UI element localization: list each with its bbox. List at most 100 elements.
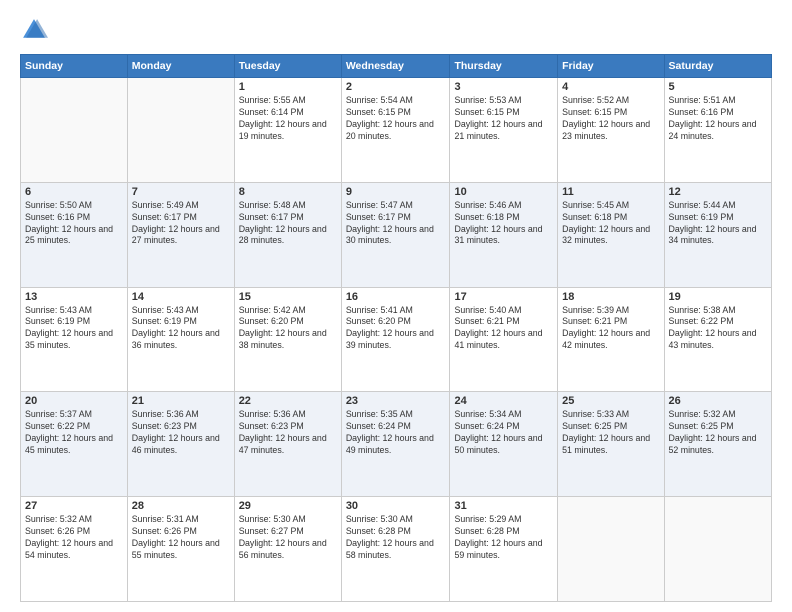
day-info: Sunrise: 5:43 AMSunset: 6:19 PMDaylight:… — [25, 305, 123, 353]
day-number: 26 — [669, 395, 767, 407]
calendar-cell: 2Sunrise: 5:54 AMSunset: 6:15 PMDaylight… — [341, 78, 450, 183]
calendar-cell: 30 Sunrise: 5:30 AMSunset: 6:28 PMDayligh… — [341, 497, 450, 602]
day-info: Sunrise: 5:45 AMSunset: 6:18 PMDaylight:… — [562, 200, 659, 248]
calendar-cell: 8 Sunrise: 5:48 AMSunset: 6:17 PMDaylight… — [234, 182, 341, 287]
day-info: Sunrise: 5:38 AMSunset: 6:22 PMDaylight:… — [669, 305, 767, 353]
calendar-cell — [558, 497, 664, 602]
day-info: Sunrise: 5:55 AMSunset: 6:14 PMDaylight:… — [239, 95, 337, 143]
day-info: Sunrise: 5:37 AMSunset: 6:22 PMDaylight:… — [25, 409, 123, 457]
day-info: Sunrise: 5:35 AMSunset: 6:24 PMDaylight:… — [346, 409, 446, 457]
day-number: 31 — [454, 500, 553, 512]
calendar-day-header: Tuesday — [234, 55, 341, 78]
day-info: Sunrise: 5:36 AMSunset: 6:23 PMDaylight:… — [239, 409, 337, 457]
day-number: 18 — [562, 291, 659, 303]
day-number: 30 — [346, 500, 446, 512]
calendar-cell — [21, 78, 128, 183]
day-info: Sunrise: 5:44 AMSunset: 6:19 PMDaylight:… — [669, 200, 767, 248]
calendar-day-header: Monday — [127, 55, 234, 78]
calendar-cell: 11Sunrise: 5:45 AMSunset: 6:18 PMDayligh… — [558, 182, 664, 287]
calendar-cell: 16 Sunrise: 5:41 AMSunset: 6:20 PMDayligh… — [341, 287, 450, 392]
day-number: 16 — [346, 291, 446, 303]
calendar-cell: 3Sunrise: 5:53 AMSunset: 6:15 PMDaylight… — [450, 78, 558, 183]
header — [20, 16, 772, 44]
day-number: 19 — [669, 291, 767, 303]
calendar-cell: 4 Sunrise: 5:52 AMSunset: 6:15 PMDaylight… — [558, 78, 664, 183]
calendar-cell: 21Sunrise: 5:36 AMSunset: 6:23 PMDayligh… — [127, 392, 234, 497]
day-number: 20 — [25, 395, 123, 407]
calendar-cell: 19 Sunrise: 5:38 AMSunset: 6:22 PMDayligh… — [664, 287, 771, 392]
day-number: 27 — [25, 500, 123, 512]
day-number: 10 — [454, 186, 553, 198]
day-number: 15 — [239, 291, 337, 303]
day-info: Sunrise: 5:40 AMSunset: 6:21 PMDaylight:… — [454, 305, 553, 353]
day-info: Sunrise: 5:30 AMSunset: 6:28 PMDaylight:… — [346, 514, 446, 562]
day-number: 5 — [669, 81, 767, 93]
day-info: Sunrise: 5:53 AMSunset: 6:15 PMDaylight:… — [454, 95, 553, 143]
calendar-cell: 15 Sunrise: 5:42 AMSunset: 6:20 PMDayligh… — [234, 287, 341, 392]
day-info: Sunrise: 5:36 AMSunset: 6:23 PMDaylight:… — [132, 409, 230, 457]
day-info: Sunrise: 5:52 AMSunset: 6:15 PMDaylight:… — [562, 95, 659, 143]
day-number: 8 — [239, 186, 337, 198]
day-info: Sunrise: 5:34 AMSunset: 6:24 PMDaylight:… — [454, 409, 553, 457]
calendar-cell: 23 Sunrise: 5:35 AMSunset: 6:24 PMDayligh… — [341, 392, 450, 497]
calendar-table: SundayMondayTuesdayWednesdayThursdayFrid… — [20, 54, 772, 602]
day-info: Sunrise: 5:48 AMSunset: 6:17 PMDaylight:… — [239, 200, 337, 248]
calendar-cell: 13Sunrise: 5:43 AMSunset: 6:19 PMDayligh… — [21, 287, 128, 392]
day-info: Sunrise: 5:50 AMSunset: 6:16 PMDaylight:… — [25, 200, 123, 248]
day-info: Sunrise: 5:31 AMSunset: 6:26 PMDaylight:… — [132, 514, 230, 562]
day-info: Sunrise: 5:51 AMSunset: 6:16 PMDaylight:… — [669, 95, 767, 143]
day-number: 4 — [562, 81, 659, 93]
day-number: 2 — [346, 81, 446, 93]
day-info: Sunrise: 5:30 AMSunset: 6:27 PMDaylight:… — [239, 514, 337, 562]
day-info: Sunrise: 5:46 AMSunset: 6:18 PMDaylight:… — [454, 200, 553, 248]
day-number: 22 — [239, 395, 337, 407]
calendar-cell: 10 Sunrise: 5:46 AMSunset: 6:18 PMDayligh… — [450, 182, 558, 287]
day-info: Sunrise: 5:39 AMSunset: 6:21 PMDaylight:… — [562, 305, 659, 353]
day-info: Sunrise: 5:32 AMSunset: 6:26 PMDaylight:… — [25, 514, 123, 562]
calendar-cell: 27 Sunrise: 5:32 AMSunset: 6:26 PMDayligh… — [21, 497, 128, 602]
day-number: 25 — [562, 395, 659, 407]
day-number: 9 — [346, 186, 446, 198]
day-info: Sunrise: 5:49 AMSunset: 6:17 PMDaylight:… — [132, 200, 230, 248]
calendar-cell: 29 Sunrise: 5:30 AMSunset: 6:27 PMDayligh… — [234, 497, 341, 602]
calendar-cell — [127, 78, 234, 183]
day-number: 6 — [25, 186, 123, 198]
calendar-cell: 6 Sunrise: 5:50 AMSunset: 6:16 PMDaylight… — [21, 182, 128, 287]
calendar-day-header: Friday — [558, 55, 664, 78]
day-info: Sunrise: 5:33 AMSunset: 6:25 PMDaylight:… — [562, 409, 659, 457]
calendar-cell: 12 Sunrise: 5:44 AMSunset: 6:19 PMDayligh… — [664, 182, 771, 287]
day-number: 14 — [132, 291, 230, 303]
day-info: Sunrise: 5:43 AMSunset: 6:19 PMDaylight:… — [132, 305, 230, 353]
day-info: Sunrise: 5:47 AMSunset: 6:17 PMDaylight:… — [346, 200, 446, 248]
day-info: Sunrise: 5:32 AMSunset: 6:25 PMDaylight:… — [669, 409, 767, 457]
calendar-cell: 26 Sunrise: 5:32 AMSunset: 6:25 PMDayligh… — [664, 392, 771, 497]
calendar-day-header: Wednesday — [341, 55, 450, 78]
day-number: 1 — [239, 81, 337, 93]
day-info: Sunrise: 5:29 AMSunset: 6:28 PMDaylight:… — [454, 514, 553, 562]
calendar-cell: 22 Sunrise: 5:36 AMSunset: 6:23 PMDayligh… — [234, 392, 341, 497]
calendar-week-row: 1 Sunrise: 5:55 AMSunset: 6:14 PMDaylight… — [21, 78, 772, 183]
calendar-header-row: SundayMondayTuesdayWednesdayThursdayFrid… — [21, 55, 772, 78]
calendar-cell: 14 Sunrise: 5:43 AMSunset: 6:19 PMDayligh… — [127, 287, 234, 392]
day-number: 7 — [132, 186, 230, 198]
calendar-cell: 17Sunrise: 5:40 AMSunset: 6:21 PMDayligh… — [450, 287, 558, 392]
calendar-day-header: Saturday — [664, 55, 771, 78]
day-number: 12 — [669, 186, 767, 198]
calendar-cell: 9 Sunrise: 5:47 AMSunset: 6:17 PMDaylight… — [341, 182, 450, 287]
calendar-cell: 1 Sunrise: 5:55 AMSunset: 6:14 PMDaylight… — [234, 78, 341, 183]
calendar-cell: 5 Sunrise: 5:51 AMSunset: 6:16 PMDaylight… — [664, 78, 771, 183]
day-info: Sunrise: 5:41 AMSunset: 6:20 PMDaylight:… — [346, 305, 446, 353]
calendar-week-row: 6 Sunrise: 5:50 AMSunset: 6:16 PMDaylight… — [21, 182, 772, 287]
day-number: 29 — [239, 500, 337, 512]
calendar-day-header: Thursday — [450, 55, 558, 78]
day-info: Sunrise: 5:42 AMSunset: 6:20 PMDaylight:… — [239, 305, 337, 353]
day-number: 28 — [132, 500, 230, 512]
calendar-week-row: 20 Sunrise: 5:37 AMSunset: 6:22 PMDayligh… — [21, 392, 772, 497]
page: SundayMondayTuesdayWednesdayThursdayFrid… — [0, 0, 792, 612]
calendar-cell: 28 Sunrise: 5:31 AMSunset: 6:26 PMDayligh… — [127, 497, 234, 602]
logo-icon — [20, 16, 48, 44]
day-number: 24 — [454, 395, 553, 407]
calendar-week-row: 27 Sunrise: 5:32 AMSunset: 6:26 PMDayligh… — [21, 497, 772, 602]
day-number: 23 — [346, 395, 446, 407]
calendar-cell: 25 Sunrise: 5:33 AMSunset: 6:25 PMDayligh… — [558, 392, 664, 497]
